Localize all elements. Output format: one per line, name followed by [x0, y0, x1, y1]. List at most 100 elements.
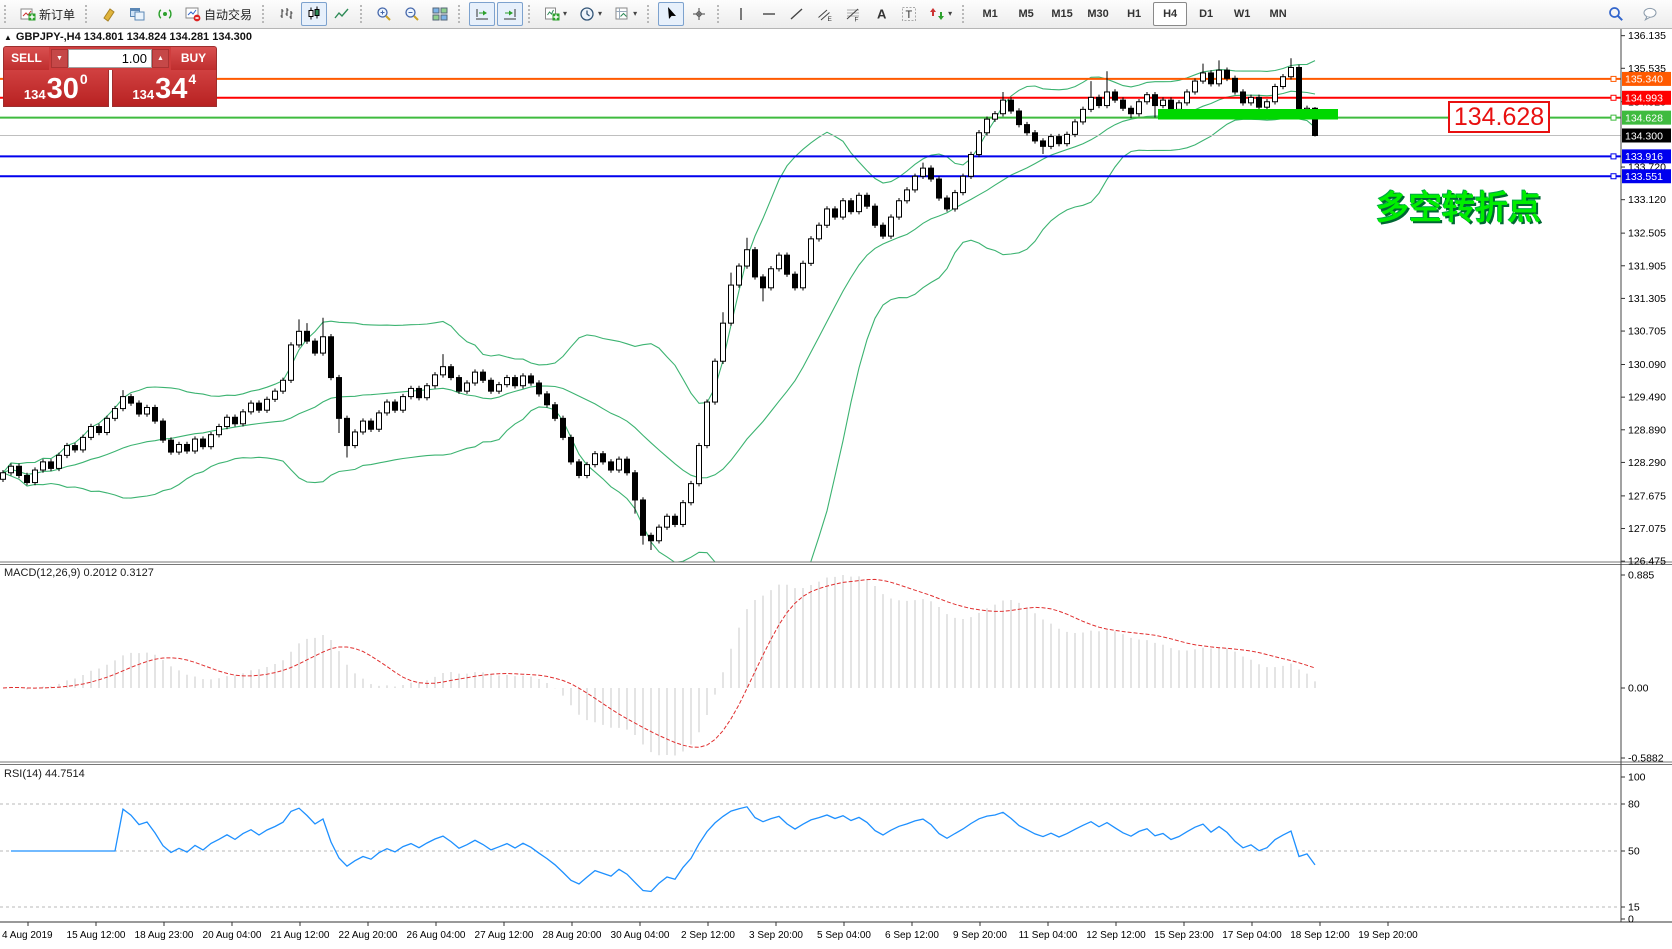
buy-price-display[interactable]: 134 34 4 — [112, 70, 218, 107]
hline-price-badge-label: 134.993 — [1625, 93, 1663, 105]
time-tick-label: 18 Sep 12:00 — [1290, 930, 1350, 941]
volume-increase-button[interactable]: ▲ — [152, 49, 169, 68]
mql-community-button[interactable] — [96, 2, 122, 26]
candle-body — [1057, 137, 1062, 144]
new-order-button-label: 新订单 — [39, 6, 75, 23]
timeframe-button-mn[interactable]: MN — [1261, 2, 1295, 26]
macd-scale-label: 0.00 — [1628, 683, 1649, 695]
candle-body — [665, 516, 670, 527]
search-button[interactable] — [1603, 2, 1629, 26]
time-tick-label: 15 Aug 12:00 — [67, 930, 126, 941]
buy-button[interactable]: BUY — [171, 47, 216, 70]
candlestick-series — [1, 58, 1318, 550]
hline-handle[interactable] — [1611, 154, 1616, 159]
sell-button[interactable]: SELL — [4, 47, 49, 70]
hline-handle[interactable] — [1611, 95, 1616, 100]
line-chart-button[interactable] — [329, 2, 355, 26]
brush-icon — [101, 6, 117, 22]
buy-price-prefix: 134 — [132, 87, 154, 102]
price-tick-label: 128.290 — [1628, 457, 1666, 469]
candle-body — [753, 250, 758, 277]
support-zone-highlight[interactable] — [1158, 109, 1338, 120]
candle-body — [49, 462, 54, 469]
arrows-button[interactable]: ▾ — [924, 2, 957, 26]
candle-body — [1033, 133, 1038, 141]
timeframe-button-m1[interactable]: M1 — [973, 2, 1007, 26]
new-order-icon — [20, 6, 36, 22]
candle-body — [1217, 70, 1222, 84]
arrows-icon — [929, 6, 945, 22]
new-order-button[interactable]: 新订单 — [15, 2, 80, 26]
current-price-badge-label: 134.300 — [1625, 130, 1663, 142]
signals-button[interactable] — [152, 2, 178, 26]
chart-shift-button[interactable] — [497, 2, 523, 26]
macd-scale-label: 0.885 — [1628, 570, 1654, 582]
buy-price-sup: 4 — [188, 71, 196, 87]
candle-body — [233, 417, 238, 424]
zoom-in-button[interactable] — [371, 2, 397, 26]
candle-body — [1185, 92, 1190, 103]
periods-button[interactable]: ▾ — [574, 2, 607, 26]
fibo-icon: F — [845, 6, 861, 22]
hline-handle[interactable] — [1611, 115, 1616, 120]
bollinger-lower-band — [3, 117, 1315, 625]
timeframe-button-w1[interactable]: W1 — [1225, 2, 1259, 26]
horizontal-line-button[interactable] — [756, 2, 782, 26]
candle-body — [417, 388, 422, 397]
indicators-button[interactable]: ▾ — [539, 2, 572, 26]
channel-button[interactable]: E — [812, 2, 838, 26]
new-chart-button[interactable] — [124, 2, 150, 26]
candle-body — [737, 266, 742, 285]
rsi-scale-label: 0 — [1628, 914, 1634, 926]
candle-body — [889, 217, 894, 236]
candle-body — [297, 331, 302, 345]
annotation-text[interactable]: 多空转折点 — [1376, 181, 1541, 229]
price-tick-label: 132.505 — [1628, 228, 1666, 240]
candle-body — [41, 462, 46, 470]
candle-body — [353, 432, 358, 446]
timeframe-button-m15[interactable]: M15 — [1045, 2, 1079, 26]
chat-button[interactable] — [1637, 2, 1663, 26]
price-tick-label: 131.905 — [1628, 260, 1666, 272]
tile-icon — [432, 6, 448, 22]
vertical-line-button[interactable] — [728, 2, 754, 26]
candle-body — [385, 402, 390, 413]
autotrading-button[interactable]: 自动交易 — [180, 2, 257, 26]
auto-scroll-button[interactable] — [469, 2, 495, 26]
candle-body — [433, 375, 438, 386]
candle-body — [361, 421, 366, 432]
timeframe-button-m5[interactable]: M5 — [1009, 2, 1043, 26]
timeframe-button-h4[interactable]: H4 — [1153, 2, 1187, 26]
tile-windows-button[interactable] — [427, 2, 453, 26]
label-button[interactable]: T — [896, 2, 922, 26]
candle-body — [705, 402, 710, 446]
zoom-out-button[interactable] — [399, 2, 425, 26]
timeframe-button-d1[interactable]: D1 — [1189, 2, 1223, 26]
timeframe-button-h1[interactable]: H1 — [1117, 2, 1151, 26]
hline-handle[interactable] — [1611, 76, 1616, 81]
crosshair-button[interactable] — [686, 2, 712, 26]
sell-price-display[interactable]: 134 30 0 — [3, 70, 109, 107]
cursor-button[interactable] — [658, 2, 684, 26]
text-button[interactable]: A — [868, 2, 894, 26]
candle-body — [441, 367, 446, 375]
candle-body — [1177, 103, 1182, 110]
templates-button[interactable]: ▾ — [609, 2, 642, 26]
trendline-button[interactable] — [784, 2, 810, 26]
macd-indicator-label: MACD(12,26,9) 0.2012 0.3127 — [4, 567, 154, 579]
candlestick-button[interactable] — [301, 2, 327, 26]
candle-body — [1169, 100, 1174, 109]
time-tick-label: 28 Aug 20:00 — [543, 930, 602, 941]
fibonacci-button[interactable]: F — [840, 2, 866, 26]
macd-panel — [3, 575, 1315, 755]
hline-handle[interactable] — [1611, 174, 1616, 179]
bar-chart-button[interactable] — [273, 2, 299, 26]
collapse-arrow-icon[interactable]: ▲ — [4, 33, 12, 42]
price-callout-box[interactable]: 134.628 — [1448, 101, 1550, 133]
volume-decrease-button[interactable]: ▼ — [51, 49, 68, 68]
volume-input[interactable] — [68, 49, 152, 68]
candle-body — [113, 409, 118, 419]
timeframe-button-m30[interactable]: M30 — [1081, 2, 1115, 26]
candle-body — [481, 372, 486, 380]
candle-body — [449, 367, 454, 378]
